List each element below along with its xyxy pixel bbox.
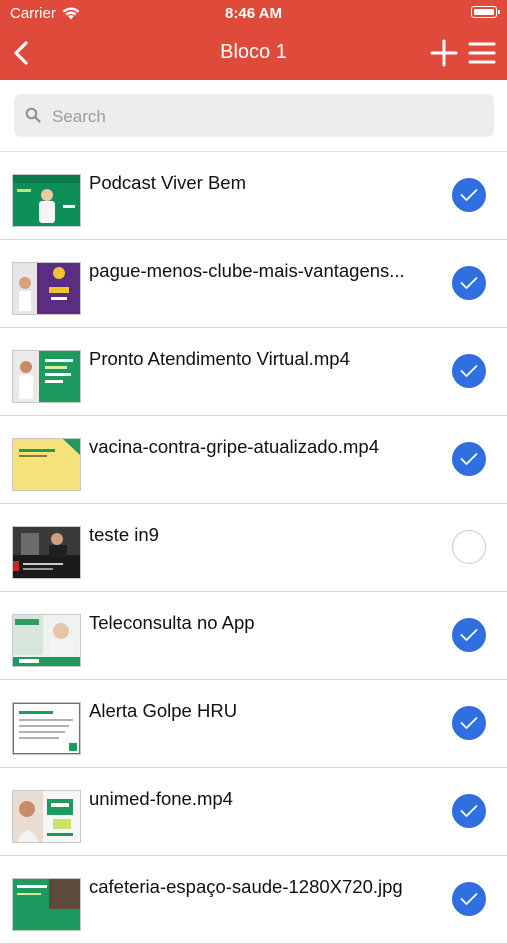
checkbox-checked[interactable] — [452, 442, 486, 476]
thumbnail-image — [13, 879, 80, 930]
list-item[interactable]: pague-menos-clube-mais-vantagens... — [0, 240, 507, 328]
list-item[interactable]: cafeteria-espaço-saude-1280X720.jpg — [0, 856, 507, 944]
checkbox-checked[interactable] — [452, 178, 486, 212]
list-item[interactable]: teste in9 — [0, 504, 507, 592]
hamburger-menu-icon — [468, 42, 496, 64]
thumbnail-image — [13, 439, 80, 490]
list-item[interactable]: unimed-fone.mp4 — [0, 768, 507, 856]
checkbox-checked[interactable] — [452, 706, 486, 740]
thumbnail-image — [13, 615, 80, 666]
thumbnail — [12, 702, 81, 755]
item-title: unimed-fone.mp4 — [89, 788, 233, 809]
item-title: Podcast Viver Bem — [89, 172, 246, 193]
list-item[interactable]: Teleconsulta no App — [0, 592, 507, 680]
thumbnail-image — [13, 263, 80, 314]
thumbnail — [12, 262, 81, 315]
list-item[interactable]: Pronto Atendimento Virtual.mp4 — [0, 328, 507, 416]
thumbnail-image — [13, 703, 80, 754]
thumbnail — [12, 526, 81, 579]
checkmark-icon — [460, 629, 478, 641]
item-title: Alerta Golpe HRU — [89, 700, 238, 721]
media-list: Podcast Viver Bem pague-menos-clube-mais… — [0, 152, 507, 944]
checkmark-icon — [460, 365, 478, 377]
battery-icon — [471, 6, 500, 18]
plus-icon — [430, 39, 458, 67]
list-item[interactable]: Alerta Golpe HRU — [0, 680, 507, 768]
status-time: 8:46 AM — [225, 5, 282, 22]
checkmark-icon — [460, 717, 478, 729]
item-title: pague-menos-clube-mais-vantagens... — [89, 260, 405, 281]
item-title: teste in9 — [89, 524, 159, 545]
thumbnail — [12, 438, 81, 491]
menu-button[interactable] — [467, 38, 497, 68]
checkbox-checked[interactable] — [452, 266, 486, 300]
search-input[interactable] — [50, 94, 484, 139]
checkbox-unchecked[interactable] — [452, 530, 486, 564]
thumbnail-image — [13, 175, 80, 226]
list-item[interactable]: vacina-contra-gripe-atualizado.mp4 — [0, 416, 507, 504]
thumbnail — [12, 614, 81, 667]
navigation-bar: Bloco 1 — [0, 28, 507, 80]
thumbnail-image — [13, 791, 80, 842]
thumbnail-image — [13, 351, 80, 402]
search-field[interactable] — [14, 94, 494, 139]
checkbox-checked[interactable] — [452, 794, 486, 828]
item-title: vacina-contra-gripe-atualizado.mp4 — [89, 436, 379, 457]
thumbnail — [12, 174, 81, 227]
header-bar: Carrier 8:46 AM Bloco 1 — [0, 0, 507, 80]
list-item[interactable]: Podcast Viver Bem — [0, 152, 507, 240]
item-title: cafeteria-espaço-saude-1280X720.jpg — [89, 876, 403, 897]
checkmark-icon — [460, 453, 478, 465]
search-icon — [25, 107, 41, 123]
add-button[interactable] — [429, 38, 459, 68]
thumbnail-image — [13, 527, 80, 578]
search-bar — [0, 80, 507, 152]
checkmark-icon — [460, 805, 478, 817]
checkbox-checked[interactable] — [452, 882, 486, 916]
checkbox-checked[interactable] — [452, 354, 486, 388]
thumbnail — [12, 790, 81, 843]
status-bar: Carrier 8:46 AM — [0, 0, 507, 28]
checkmark-icon — [460, 189, 478, 201]
checkmark-icon — [460, 893, 478, 905]
thumbnail — [12, 350, 81, 403]
item-title: Teleconsulta no App — [89, 612, 255, 633]
item-title: Pronto Atendimento Virtual.mp4 — [89, 348, 350, 369]
checkbox-checked[interactable] — [452, 618, 486, 652]
checkmark-icon — [460, 277, 478, 289]
thumbnail — [12, 878, 81, 931]
